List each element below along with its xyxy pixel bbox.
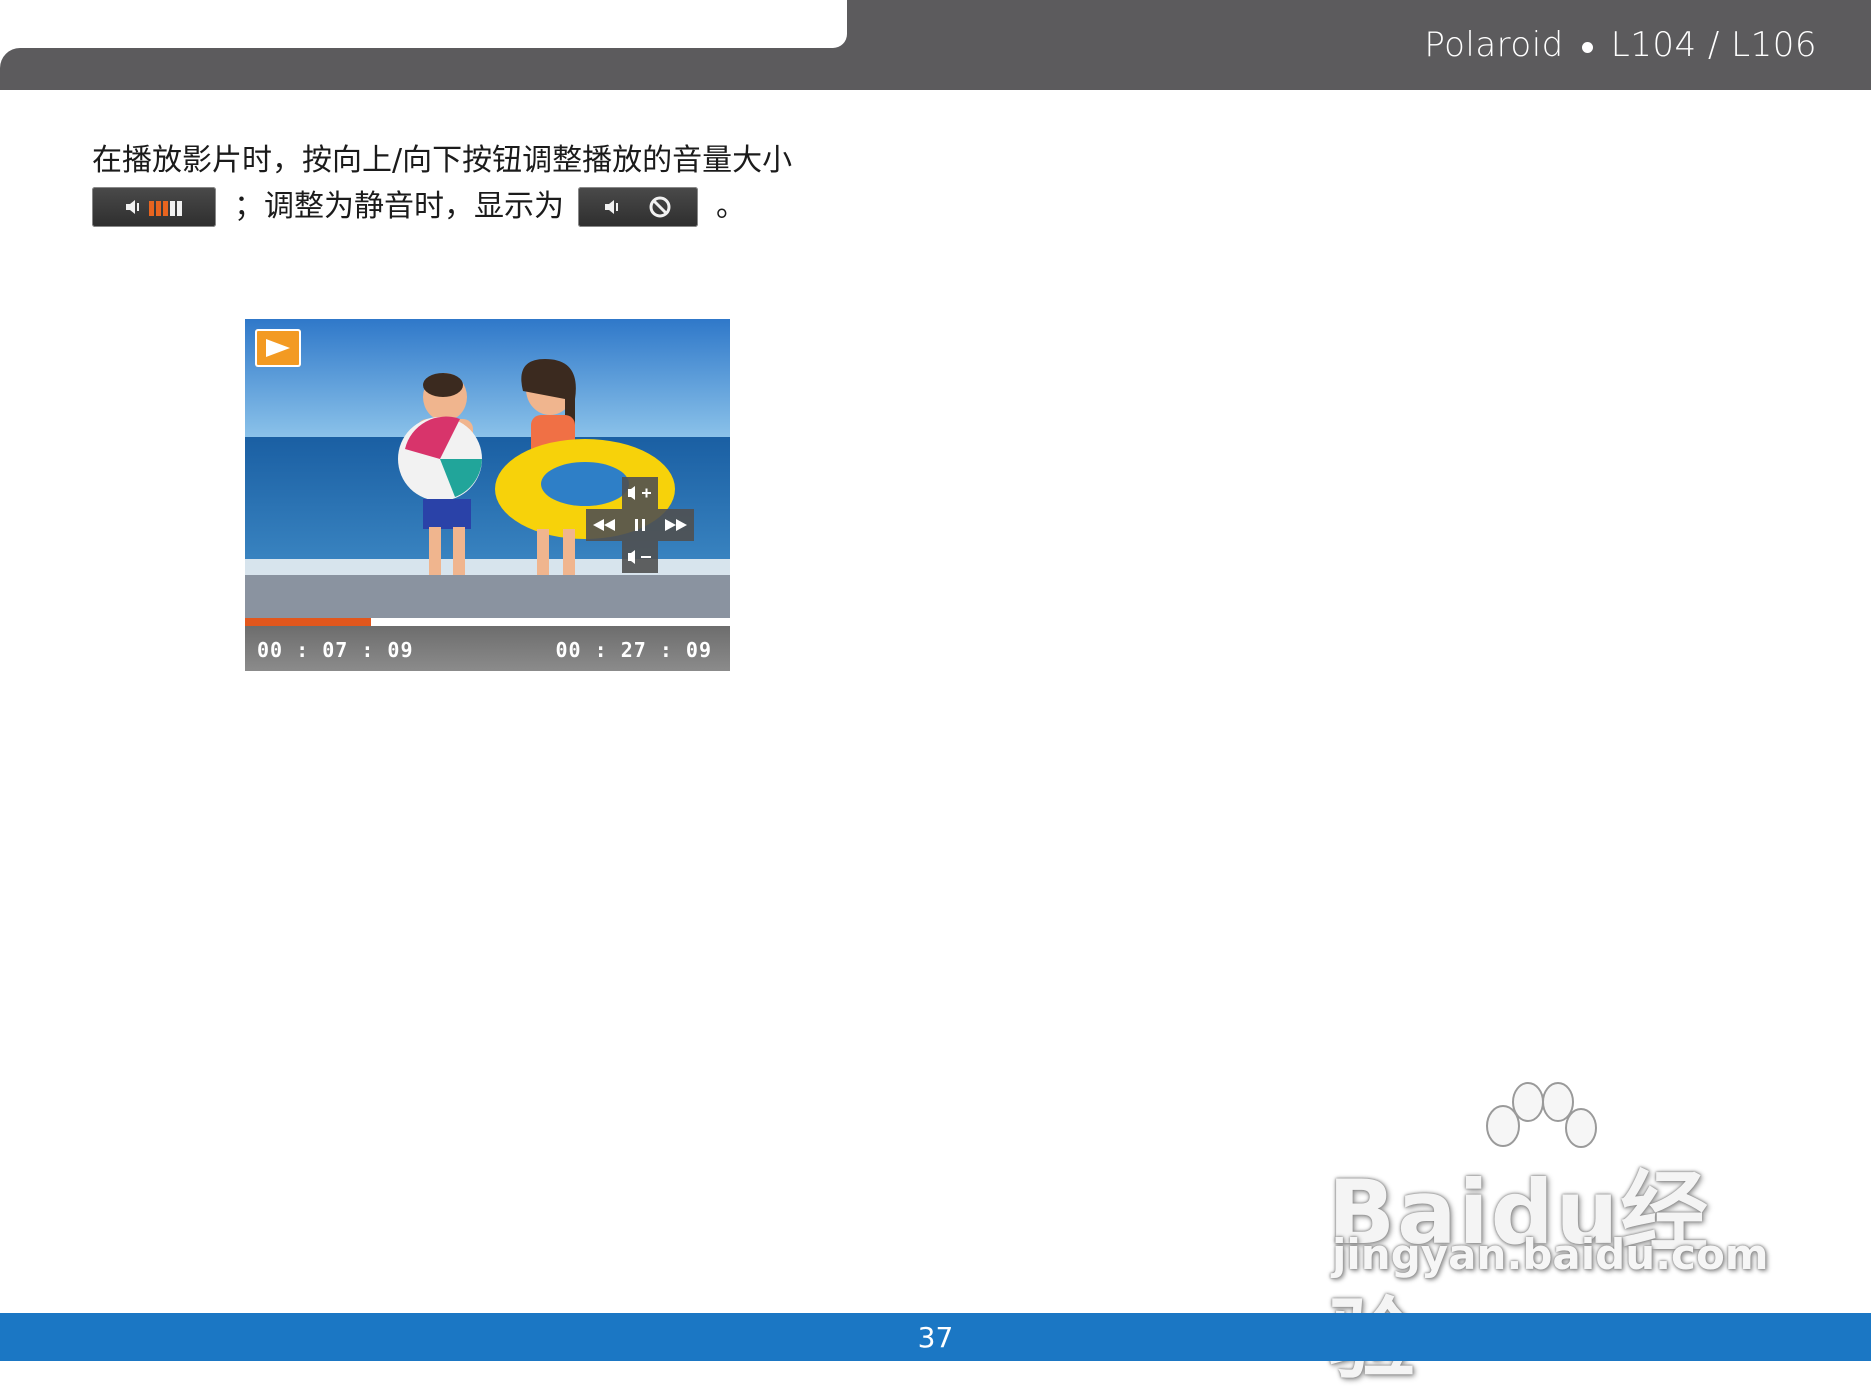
- header-notch: [0, 48, 20, 68]
- mute-osd-icon: [578, 187, 698, 227]
- time-bar: 00 : 07 : 09 00 : 27 : 09: [245, 626, 730, 671]
- speaker-icon: [125, 200, 139, 214]
- camera-playback-screen: 00 : 07 : 09 00 : 27 : 09: [245, 319, 730, 671]
- volume-down-icon[interactable]: [622, 541, 658, 573]
- total-time: 00 : 27 : 09: [555, 638, 712, 662]
- mute-slash-icon: [649, 196, 671, 218]
- volume-bar: [148, 201, 154, 216]
- pause-icon[interactable]: [622, 509, 658, 541]
- instruction-line-2-text: ；调整为静音时，显示为: [234, 189, 564, 224]
- baidu-watermark: Baidu经验 jingyan.baidu.com: [1328, 1080, 1769, 1391]
- volume-bar: [162, 201, 168, 216]
- volume-bar: [169, 201, 175, 216]
- watermark-url: jingyan.baidu.com: [1332, 1230, 1769, 1279]
- model-name: L104 / L106: [1610, 25, 1817, 65]
- play-mode-icon: [255, 329, 301, 367]
- progress-fill: [245, 618, 372, 626]
- header-title: Polaroid L104 / L106: [1424, 20, 1817, 70]
- current-time: 00 : 07 : 09: [257, 638, 414, 662]
- volume-up-icon[interactable]: [622, 477, 658, 509]
- volume-level-osd-icon: [92, 187, 216, 227]
- volume-bars: [148, 184, 184, 230]
- footer-bar: 37: [0, 1313, 1871, 1361]
- speaker-icon: [605, 200, 618, 214]
- progress-bar[interactable]: [245, 618, 730, 626]
- instruction-line-2-end: 。: [716, 189, 746, 224]
- fast-forward-icon[interactable]: [658, 509, 694, 541]
- volume-bar: [155, 201, 161, 216]
- rewind-icon[interactable]: [586, 509, 622, 541]
- instruction-line-2: ；调整为静音时，显示为 。: [92, 184, 892, 230]
- header-tab: [0, 0, 847, 48]
- instruction-paragraph: 在播放影片时，按向上/向下按钮调整播放的音量大小 ；调整为静音时，显示为 。: [92, 138, 892, 230]
- page-number: 37: [917, 1321, 954, 1354]
- instruction-line-1: 在播放影片时，按向上/向下按钮调整播放的音量大小: [92, 143, 793, 178]
- brand-name: Polaroid: [1424, 25, 1564, 65]
- separator-dot: [1581, 41, 1593, 53]
- beach-photo: [245, 319, 730, 619]
- volume-bar: [176, 201, 182, 216]
- play-triangle-icon: [266, 339, 290, 357]
